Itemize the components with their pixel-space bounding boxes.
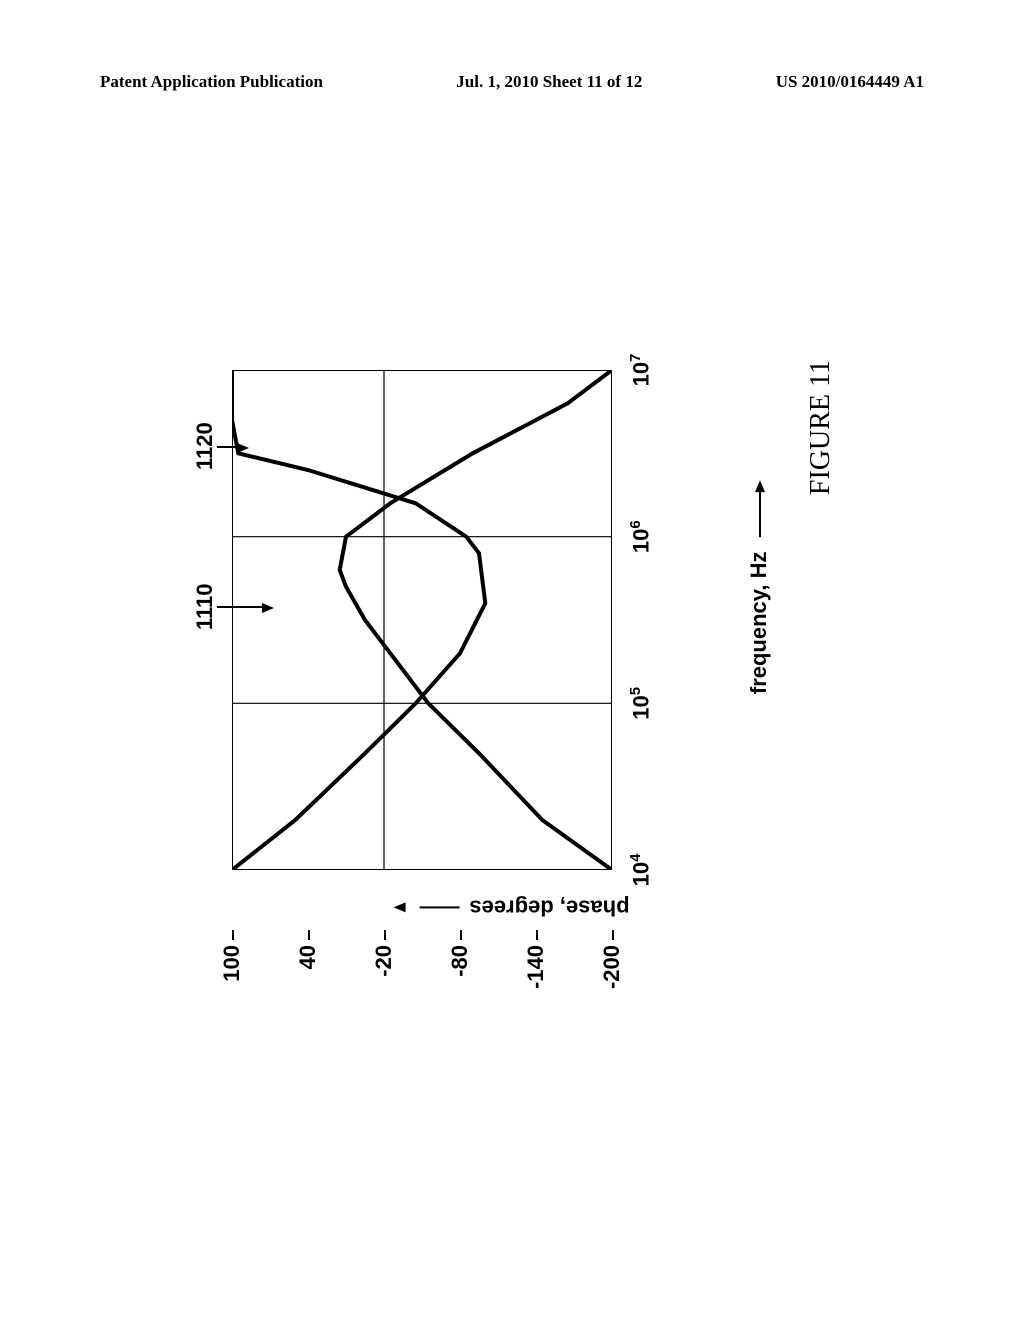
y-tick: -20 [371, 945, 397, 1020]
y-tick: -200 [599, 945, 625, 1020]
y-tick: 100 [219, 945, 245, 1020]
x-tick: 104 [627, 854, 654, 887]
x-tick: 107 [627, 354, 654, 387]
figure-label: FIGURE 11 [805, 360, 837, 495]
y-axis-arrow-line [419, 906, 459, 908]
x-tick: 105 [627, 687, 654, 720]
header-left: Patent Application Publication [100, 72, 323, 92]
y-axis-arrow-head [393, 902, 405, 912]
ref-label-1110: 1110 [192, 583, 218, 630]
curve-1120 [232, 370, 485, 870]
plot-area [232, 370, 612, 870]
header-right: US 2010/0164449 A1 [776, 72, 924, 92]
y-tick: -80 [447, 945, 473, 1020]
figure-container: phase, degrees 100 40 -20 -80 -140 -200 … [212, 280, 812, 980]
ref-line-1110 [217, 606, 262, 608]
x-axis-arrow-line [759, 492, 761, 537]
x-axis-label: frequency, Hz [746, 480, 772, 694]
ref-label-1120: 1120 [192, 422, 218, 470]
chart-svg [232, 370, 612, 870]
header-center: Jul. 1, 2010 Sheet 11 of 12 [456, 72, 642, 92]
y-tick: -140 [523, 945, 549, 1020]
ref-line-1120 [217, 446, 237, 448]
x-axis-arrow-head [755, 480, 765, 492]
y-tick: 40 [295, 945, 321, 1020]
x-tick: 106 [627, 520, 654, 553]
ref-arrow-1120 [237, 443, 249, 453]
y-axis-label: phase, degrees [394, 894, 629, 920]
ref-arrow-1110 [262, 603, 274, 613]
patent-header: Patent Application Publication Jul. 1, 2… [0, 72, 1024, 92]
